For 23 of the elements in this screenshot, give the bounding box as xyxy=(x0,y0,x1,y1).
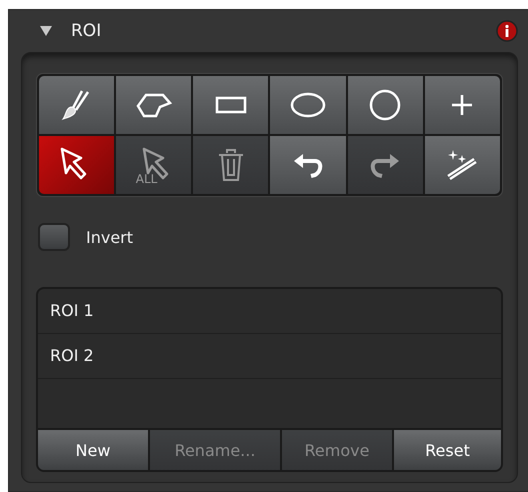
select-tool-button[interactable] xyxy=(39,136,114,194)
ellipse-icon xyxy=(289,90,328,120)
rectangle-icon xyxy=(214,94,248,116)
point-tool-button[interactable] xyxy=(424,76,500,134)
circle-tool-button[interactable] xyxy=(348,76,423,134)
undo-tool-button[interactable] xyxy=(270,136,346,194)
magic-tool-button[interactable] xyxy=(424,136,500,194)
invert-checkbox[interactable] xyxy=(38,223,70,251)
ellipse-tool-button[interactable] xyxy=(270,76,346,134)
panel-title: ROI xyxy=(71,21,102,41)
collapse-triangle-icon[interactable] xyxy=(39,25,53,37)
invert-label: Invert xyxy=(86,228,134,246)
roi-list-item[interactable]: ROI 2 xyxy=(38,334,501,379)
rectangle-tool-button[interactable] xyxy=(193,76,268,134)
polygon-tool-button[interactable] xyxy=(116,76,192,134)
plus-icon xyxy=(450,93,474,117)
list-action-button[interactable]: New xyxy=(38,430,148,470)
all-label: ALL xyxy=(136,172,158,186)
roi-list-item[interactable]: ROI 1 xyxy=(38,289,501,334)
brush-tool-button[interactable] xyxy=(39,76,114,134)
circle-icon xyxy=(368,88,402,122)
list-action-button[interactable]: Reset xyxy=(394,430,501,470)
info-icon[interactable] xyxy=(496,20,518,42)
